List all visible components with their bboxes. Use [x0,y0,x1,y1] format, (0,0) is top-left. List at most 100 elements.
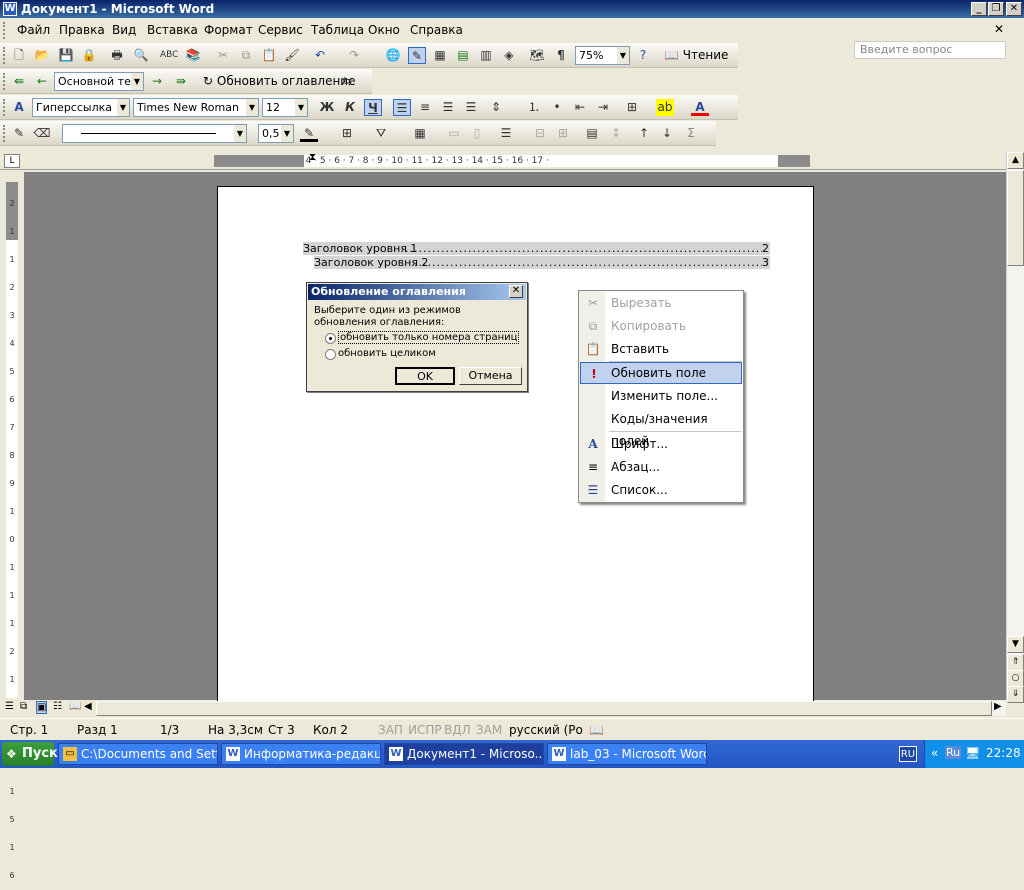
font-color-icon[interactable]: A [691,99,709,116]
status-extend[interactable]: ВДЛ [444,723,471,737]
ok-button[interactable]: OK [395,367,455,385]
language-indicator[interactable]: RU [899,746,917,762]
redo-icon[interactable]: ↷ [345,47,363,64]
chevron-down-icon[interactable]: ▼ [117,99,129,116]
highlight-icon[interactable]: ab [656,99,674,116]
demote-to-body-icon[interactable]: ⇛ [172,73,190,90]
word-app-icon[interactable]: W [3,2,17,16]
toc-entry-2[interactable]: Заголовок уровня 2 3 ...................… [314,256,770,269]
reading-view-icon[interactable]: 📖 [69,701,81,712]
menubar-grip[interactable] [3,22,6,39]
insert-table-icon[interactable]: ▦ [411,125,429,142]
chevron-down-icon[interactable]: ▼ [617,47,629,64]
toolbar-grip[interactable] [3,99,6,116]
chevron-down-icon[interactable]: ▼ [281,125,293,142]
decrease-indent-icon[interactable]: ⇤ [571,99,589,116]
hyperlink-icon[interactable]: 🌐 [384,47,402,64]
context-item-update-field[interactable]: ! Обновить поле [580,362,742,384]
context-item-list[interactable]: ☰ Список... [580,479,742,501]
indent-marker-icon[interactable]: ⧗ [309,152,316,163]
toolbar-grip[interactable] [3,47,6,64]
status-overtype[interactable]: ЗАМ [476,723,502,737]
reading-layout-button[interactable]: 📖 Чтение [664,47,728,64]
sort-descending-icon[interactable]: ↓ [658,125,676,142]
normal-view-icon[interactable]: ☰ [5,701,14,712]
tray-expand-icon[interactable]: « [931,746,938,760]
show-hide-icon[interactable]: ¶ [552,47,570,64]
radio-entire-table-label[interactable]: обновить целиком [338,348,436,359]
task-word-document1[interactable]: W Документ1 - Microso... [384,743,544,765]
context-item-cut[interactable]: ✂ Вырезать [580,292,742,314]
restore-button[interactable]: ❐ [988,2,1004,16]
text-direction-icon[interactable]: ↕ [607,125,625,142]
status-record[interactable]: ЗАП [378,723,403,737]
scroll-down-icon[interactable]: ▼ [1007,636,1024,653]
menu-window[interactable]: Окно [368,23,400,37]
align-left-icon[interactable]: ☰ [393,99,411,116]
new-document-icon[interactable]: 🗋 [10,47,28,64]
line-weight-combo[interactable]: 0,5 ▼ [258,124,294,143]
outline-view-icon[interactable]: ☷ [53,701,62,712]
draw-table-icon[interactable]: ✎ [10,125,28,142]
radio-page-numbers-label[interactable]: обновить только номера страниц [338,331,520,344]
menu-format[interactable]: Формат [204,23,253,37]
autoformat-table-icon[interactable]: ▤ [583,125,601,142]
outline-level-combo[interactable]: Основной текст ▼ [54,72,144,91]
copy-icon[interactable]: ⧉ [237,47,255,64]
select-browse-object-icon[interactable]: ○ [1007,670,1024,687]
scroll-up-icon[interactable]: ▲ [1007,152,1024,169]
drawing-icon[interactable]: ◈ [500,47,518,64]
line-spacing-icon[interactable]: ⇕ [487,99,505,116]
chevron-down-icon[interactable]: ▼ [234,125,246,142]
title-bar[interactable]: W Документ1 - Microsoft Word _ ❐ ✕ [0,0,1024,18]
tray-language[interactable]: Ru [945,746,962,759]
columns-icon[interactable]: ▥ [477,47,495,64]
shading-color-icon[interactable]: ⛛ [372,125,390,142]
spelling-status-icon[interactable]: 📖 [589,723,604,737]
spelling-icon[interactable]: ABC [160,47,178,64]
radio-page-numbers-only[interactable] [325,333,336,344]
close-icon[interactable]: ✕ [509,285,523,298]
italic-button[interactable]: К [341,99,359,116]
menu-file[interactable]: Файл [17,23,50,37]
context-item-paste[interactable]: 📋 Вставить [580,338,742,360]
menubar-close-icon[interactable]: ✕ [994,22,1004,36]
line-style-combo[interactable]: ▼ [62,124,247,143]
toc-entry-1[interactable]: Заголовок уровня 1 2 ...................… [303,242,770,255]
close-button[interactable]: ✕ [1006,2,1022,16]
task-explorer[interactable]: ▭ C:\Documents and Settin... [58,743,218,765]
web-view-icon[interactable]: ⧉ [20,701,27,712]
menu-help[interactable]: Справка [410,23,463,37]
demote-icon[interactable]: → [148,73,166,90]
format-painter-icon[interactable]: 🖌 [283,47,301,64]
font-size-combo[interactable]: 12 ▼ [262,98,308,117]
align-cell-icon[interactable]: ☰ [497,125,515,142]
start-button[interactable]: ❖ Пуск [2,742,58,766]
print-view-icon[interactable]: ▣ [36,701,48,714]
zoom-combo[interactable]: 75% ▼ [575,46,630,65]
dialog-title[interactable]: Обновление оглавления ✕ [308,284,526,300]
distribute-columns-icon[interactable]: ⊞ [554,125,572,142]
promote-to-heading-icon[interactable]: ⇚ [10,73,28,90]
radio-entire-table[interactable] [325,349,336,360]
justify-icon[interactable]: ☰ [462,99,480,116]
insert-excel-icon[interactable]: ▤ [454,47,472,64]
scroll-left-icon[interactable]: ◀ [84,701,92,712]
style-combo[interactable]: Гиперссылка ▼ [32,98,130,117]
numbering-icon[interactable]: ⒈ [525,99,543,116]
borders-icon[interactable]: ⊞ [623,99,641,116]
previous-page-icon[interactable]: ⇑ [1007,654,1024,671]
research-icon[interactable]: 📚 [184,47,202,64]
save-icon[interactable]: 💾 [57,47,75,64]
paste-icon[interactable]: 📋 [260,47,278,64]
bullets-icon[interactable]: • [548,99,566,116]
undo-icon[interactable]: ↶ [311,47,329,64]
print-preview-icon[interactable]: 🔍 [132,47,150,64]
update-toc-button[interactable]: ↻ Обновить оглавление [203,73,355,90]
menu-tools[interactable]: Сервис [258,23,303,37]
scroll-right-icon[interactable]: ▶ [994,701,1002,712]
context-item-font[interactable]: A Шрифт... [580,433,742,455]
minimize-button[interactable]: _ [971,2,987,16]
sort-ascending-icon[interactable]: ↑ [635,125,653,142]
clock[interactable]: 22:28 [986,746,1021,760]
